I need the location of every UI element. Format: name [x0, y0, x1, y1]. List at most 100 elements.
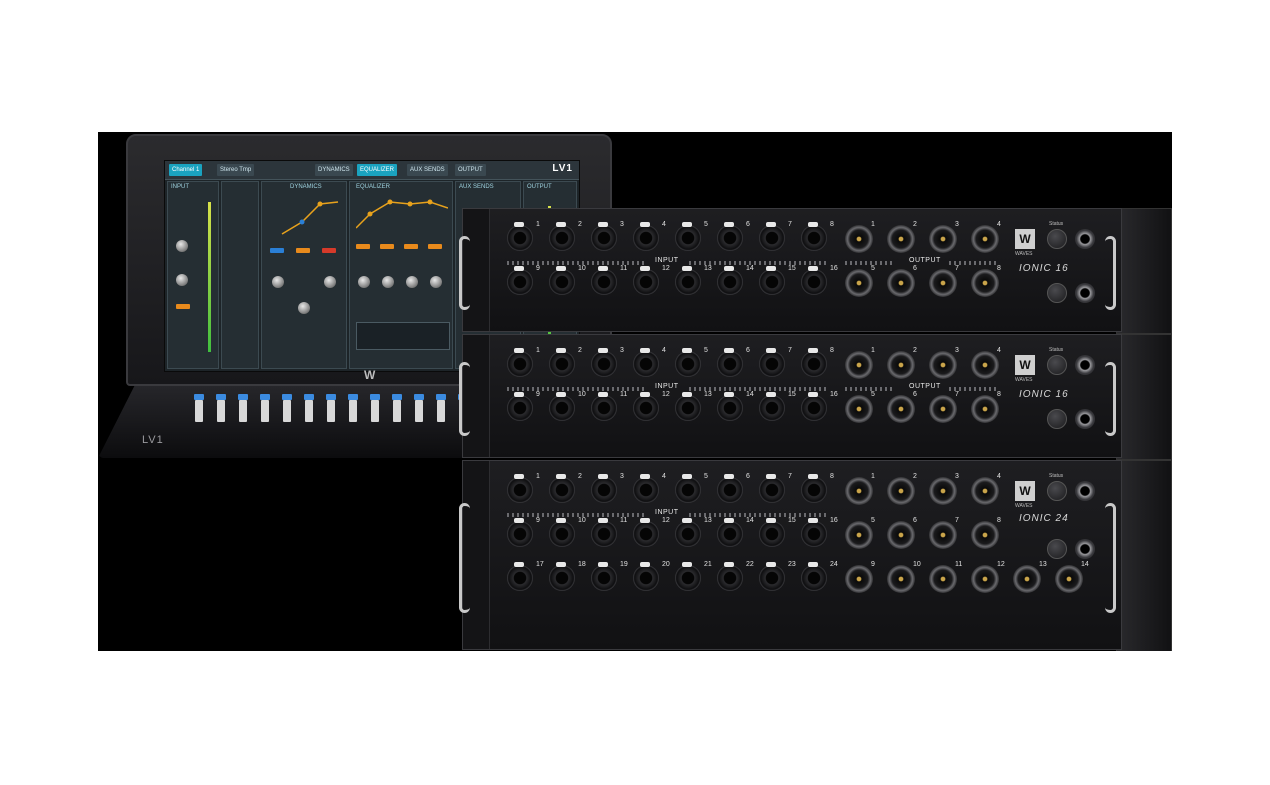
- status-label: Status: [1049, 347, 1064, 353]
- threshold-knob: [272, 276, 284, 288]
- xlr-input-jack: [717, 392, 743, 421]
- input-dots-left: [507, 387, 647, 391]
- ionic-unit-2: 1 2 3 4 5 6 7 8 9 10 11 12 13 14 15 16 INPUT 1 2 3 4 5 6 7 8 OUTP…: [459, 334, 1122, 458]
- xlr-output-jack: [845, 395, 873, 423]
- status-label: Status: [1049, 221, 1064, 227]
- waves-logo-label: WAVES: [1015, 377, 1033, 383]
- rack-handle-right: [1105, 502, 1116, 614]
- input-channel-number: 16: [830, 517, 838, 524]
- xlr-output-jack: [929, 269, 957, 297]
- output-channel-number: 5: [871, 517, 875, 524]
- input-channel-number: 17: [536, 561, 544, 568]
- xlr-input-jack: [591, 266, 617, 295]
- output-channel-number: 10: [913, 561, 921, 568]
- xlr-output-jack: [971, 225, 999, 253]
- output-channel-number: 14: [1081, 561, 1089, 568]
- status-knob: [1047, 355, 1067, 375]
- xlr-input-jack: [591, 392, 617, 421]
- output-channel-number: 7: [955, 391, 959, 398]
- headphone-jack: [1075, 283, 1095, 303]
- eq-freq3-knob: [406, 276, 418, 288]
- rack-handle-right: [1105, 236, 1116, 311]
- channel-fader: [283, 400, 291, 422]
- xlr-input-jack: [507, 392, 533, 421]
- console-brand-label: LV1: [142, 434, 164, 446]
- xlr-input-jack: [801, 474, 827, 503]
- rack-unit-side-panel: [1116, 460, 1172, 651]
- output-channel-number: 1: [871, 221, 875, 228]
- xlr-input-jack: [759, 348, 785, 377]
- dynamics-panel: DYNAMICS: [261, 181, 347, 369]
- xlr-output-jack: [1013, 565, 1041, 593]
- xlr-input-jack: [591, 562, 617, 591]
- eq-panel: EQUALIZER: [349, 181, 453, 369]
- dyn-limit-button: [322, 248, 336, 253]
- xlr-input-jack: [507, 222, 533, 251]
- output-dots-right: [949, 387, 999, 391]
- talkback-jack: [1075, 481, 1095, 501]
- xlr-output-jack: [929, 521, 957, 549]
- input-channel-number: 4: [662, 473, 666, 480]
- xlr-input-jack: [591, 222, 617, 251]
- xlr-output-jack: [887, 477, 915, 505]
- xlr-output-jack: [971, 269, 999, 297]
- input-channel-number: 2: [578, 221, 582, 228]
- eq-band2-button: [380, 244, 394, 249]
- output-channel-number: 6: [913, 265, 917, 272]
- rack-handle-left: [459, 362, 470, 437]
- eq-freq1-knob: [358, 276, 370, 288]
- xlr-input-jack: [549, 392, 575, 421]
- phase-button: [176, 304, 190, 309]
- input-channel-number: 20: [662, 561, 670, 568]
- input-dots-left: [507, 261, 647, 265]
- xlr-input-jack: [591, 518, 617, 547]
- input-channel-number: 6: [746, 221, 750, 228]
- channel-fader: [305, 400, 313, 422]
- output-channel-number: 9: [871, 561, 875, 568]
- xlr-input-jack: [549, 222, 575, 251]
- xlr-input-jack: [675, 518, 701, 547]
- xlr-input-jack: [591, 348, 617, 377]
- xlr-input-jack: [801, 222, 827, 251]
- status-knob: [1047, 481, 1067, 501]
- channel-fader: [327, 400, 335, 422]
- dyn-gate-button: [270, 248, 284, 253]
- xlr-input-jack: [633, 562, 659, 591]
- xlr-output-jack: [971, 521, 999, 549]
- channel-fader: [371, 400, 379, 422]
- xlr-input-jack: [717, 518, 743, 547]
- input-channel-number: 13: [704, 517, 712, 524]
- xlr-input-jack: [549, 474, 575, 503]
- screen-title: LV1: [552, 163, 573, 174]
- input-channel-number: 11: [620, 517, 628, 524]
- xlr-input-jack: [801, 348, 827, 377]
- output-channel-number: 6: [913, 391, 917, 398]
- xlr-output-jack: [887, 269, 915, 297]
- input-channel-number: 3: [620, 347, 624, 354]
- input-channel-number: 8: [830, 221, 834, 228]
- input-dots-right: [689, 387, 829, 391]
- headphone-level-knob: [1047, 409, 1067, 429]
- xlr-output-jack: [887, 521, 915, 549]
- eq-freq2-knob: [382, 276, 394, 288]
- screen-tab-eq: EQUALIZER: [357, 164, 398, 176]
- rack-unit-side-panel: [1116, 208, 1172, 334]
- output-dots-left: [845, 387, 895, 391]
- xlr-input-jack: [717, 474, 743, 503]
- xlr-input-jack: [759, 562, 785, 591]
- xlr-input-jack: [633, 392, 659, 421]
- input-channel-number: 12: [662, 517, 670, 524]
- input-channel-number: 2: [578, 347, 582, 354]
- input-channel-number: 10: [578, 517, 586, 524]
- output-dots-right: [949, 261, 999, 265]
- aux-panel-label: AUX SENDS: [459, 184, 494, 190]
- model-name: IONIC 16: [1019, 389, 1069, 400]
- input-channel-number: 18: [578, 561, 586, 568]
- status-label: Status: [1049, 473, 1064, 479]
- xlr-input-jack: [675, 348, 701, 377]
- dyn-comp-button: [296, 248, 310, 253]
- headphone-jack: [1075, 409, 1095, 429]
- xlr-input-jack: [759, 474, 785, 503]
- input-channel-number: 13: [704, 391, 712, 398]
- xlr-input-jack: [675, 222, 701, 251]
